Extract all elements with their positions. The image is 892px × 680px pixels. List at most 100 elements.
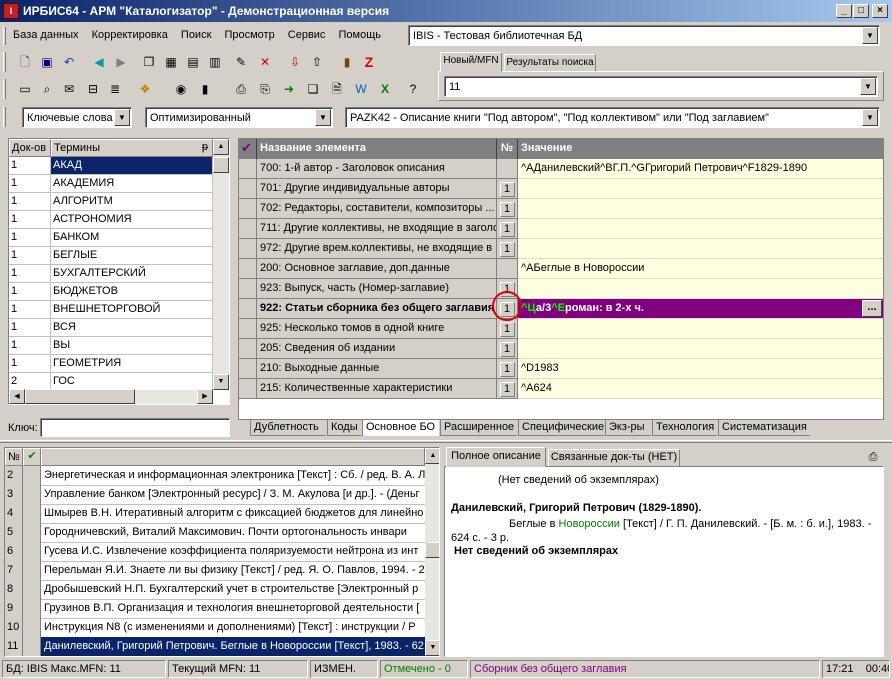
tab-codes[interactable]: Коды bbox=[327, 420, 361, 436]
tab-technology[interactable]: Технология bbox=[652, 420, 717, 436]
scroll-thumb[interactable] bbox=[425, 542, 439, 558]
menu-edit[interactable]: Корректировка bbox=[87, 26, 173, 44]
field-row[interactable]: 200: Основное заглавие, доп.данные ^AБегл… bbox=[239, 259, 883, 279]
field-repeat-num[interactable]: 1 bbox=[497, 379, 518, 399]
field-row[interactable]: 205: Сведения об издании 1 bbox=[239, 339, 883, 359]
terms-vscrollbar[interactable]: ▲ ▼ bbox=[213, 139, 229, 390]
field-row[interactable]: 215: Количественные характеристики 1 ^A624 bbox=[239, 379, 883, 399]
field-name[interactable]: 205: Сведения об издании bbox=[257, 339, 497, 359]
copy-icon[interactable]: ❐ bbox=[140, 53, 158, 71]
field-row[interactable]: 210: Выходные данные 1 ^D1983 bbox=[239, 359, 883, 379]
check-icon[interactable]: ✔ bbox=[23, 448, 41, 466]
terms-grid[interactable]: Док-ов Термины ᵽ 1 АКАД 1 АКАДЕМИЯ 1 АЛГОРИТМ 1… bbox=[8, 138, 230, 405]
field-repeat-num[interactable]: 1 bbox=[497, 359, 518, 379]
field-marker[interactable] bbox=[239, 319, 257, 339]
database-combo[interactable]: IBIS - Тестовая библиотечная БД ▼ bbox=[408, 25, 880, 46]
field-row[interactable]: 700: 1-й автор - Заголовок описания ^AДан… bbox=[239, 159, 883, 179]
grid-icon[interactable]: ▦ bbox=[162, 53, 180, 71]
field-value[interactable] bbox=[518, 239, 883, 259]
chevron-down-icon[interactable]: ▼ bbox=[862, 27, 878, 44]
field-row[interactable]: 702: Редакторы, составители, композиторы… bbox=[239, 199, 883, 219]
scroll-up-icon[interactable]: ▲ bbox=[425, 448, 439, 464]
document-row[interactable]: 3 Управление банком [Электронный ресурс] … bbox=[5, 485, 425, 505]
worksheet-combo[interactable]: PAZK42 - Описание книги "Под автором", "… bbox=[345, 107, 880, 128]
document-icon[interactable]: 🗎 bbox=[328, 80, 346, 98]
fields-header-value[interactable]: Значение bbox=[518, 139, 883, 159]
field-marker[interactable] bbox=[239, 199, 257, 219]
document-check[interactable] bbox=[23, 637, 41, 656]
tab-search-results[interactable]: Результаты поиска bbox=[504, 54, 596, 72]
field-value[interactable]: ^Ца/3^Eроман: в 2-х ч. bbox=[518, 299, 883, 319]
tab-full-description[interactable]: Полное описание bbox=[446, 447, 546, 467]
scroll-thumb[interactable] bbox=[213, 157, 229, 173]
close-button[interactable]: × bbox=[872, 4, 888, 18]
splitter[interactable] bbox=[0, 440, 892, 443]
document-row[interactable]: 7 Перельман Я.И. Знаете ли вы физику [Тек… bbox=[5, 561, 425, 581]
field-row[interactable]: 922: Статьи сборника без общего заглавия… bbox=[239, 299, 883, 319]
document-row[interactable]: 6 Гусева И.С. Извлечение коэффициента пол… bbox=[5, 542, 425, 562]
repeat-count[interactable]: 1 bbox=[499, 222, 515, 237]
repeat-count[interactable]: 1 bbox=[499, 362, 515, 377]
field-marker[interactable] bbox=[239, 379, 257, 399]
field-marker[interactable] bbox=[239, 339, 257, 359]
menu-service[interactable]: Сервис bbox=[283, 26, 331, 44]
minimize-button[interactable]: _ bbox=[836, 4, 852, 18]
print-icon[interactable]: ⎙ bbox=[232, 80, 250, 98]
word-icon[interactable]: W bbox=[352, 80, 370, 98]
chevron-down-icon[interactable]: ▼ bbox=[114, 109, 130, 126]
field-row[interactable]: 923: Выпуск, часть (Номер-заглавие) 1 bbox=[239, 279, 883, 299]
document-check[interactable] bbox=[23, 466, 41, 486]
prev-icon[interactable]: ◀ bbox=[90, 53, 108, 71]
terms-header-count[interactable]: Док-ов bbox=[9, 139, 51, 157]
tab-specific[interactable]: Специфические bbox=[518, 420, 604, 436]
field-name[interactable]: 711: Другие коллективы, не входящие в за… bbox=[257, 219, 497, 239]
field-repeat-num[interactable]: 1 bbox=[497, 339, 518, 359]
terms-hscrollbar[interactable]: ◀ ▶ bbox=[9, 389, 213, 404]
fields-grid[interactable]: ✔ Название элемента № Значение 700: 1-й … bbox=[238, 138, 884, 420]
pin-icon[interactable]: ᵽ bbox=[202, 141, 208, 153]
field-name[interactable]: 200: Основное заглавие, доп.данные bbox=[257, 259, 497, 279]
maximize-button[interactable]: □ bbox=[853, 4, 869, 18]
menu-help[interactable]: Помощь bbox=[334, 26, 387, 44]
document-check[interactable] bbox=[23, 504, 41, 524]
scroll-up-icon[interactable]: ▲ bbox=[213, 139, 229, 155]
document-check[interactable] bbox=[23, 542, 41, 562]
list-icon[interactable]: ≣ bbox=[106, 80, 124, 98]
document-row[interactable]: 5 Городничевский, Виталий Максимович. Поч… bbox=[5, 523, 425, 543]
field-marker[interactable] bbox=[239, 279, 257, 299]
document-row[interactable]: 4 Шмырев В.Н. Итеративный алгоритм с фикс… bbox=[5, 504, 425, 524]
field-value[interactable] bbox=[518, 179, 883, 199]
check-icon[interactable]: ✔ bbox=[239, 139, 257, 159]
edit-subfields-button[interactable]: ... bbox=[862, 300, 882, 317]
excel-icon[interactable]: X bbox=[376, 80, 394, 98]
import-icon[interactable]: ⇩ bbox=[286, 53, 304, 71]
field-value[interactable]: ^AДанилевский^BГ.П.^GГригорий Петрович^F… bbox=[518, 159, 883, 179]
repeat-count[interactable]: 1 bbox=[499, 242, 515, 257]
stamp-icon[interactable]: ▤ bbox=[184, 53, 202, 71]
tab-related-docs[interactable]: Связанные док-ты (НЕТ) bbox=[548, 449, 680, 467]
field-name[interactable]: 922: Статьи сборника без общего заглавия bbox=[257, 299, 497, 319]
z39-icon[interactable]: Z bbox=[360, 53, 378, 71]
field-name[interactable]: 701: Другие индивидуальные авторы bbox=[257, 179, 497, 199]
field-name[interactable]: 972: Другие врем.коллективы, не входящие… bbox=[257, 239, 497, 259]
menu-database[interactable]: База данных bbox=[8, 26, 84, 44]
help-icon[interactable]: ? bbox=[404, 80, 422, 98]
scroll-down-icon[interactable]: ▼ bbox=[425, 640, 439, 656]
pages-icon[interactable]: ❏ bbox=[304, 80, 322, 98]
field-repeat-num[interactable]: 1 bbox=[497, 179, 518, 199]
field-name[interactable]: 923: Выпуск, часть (Номер-заглавие) bbox=[257, 279, 497, 299]
repeat-count[interactable]: 1 bbox=[499, 202, 515, 217]
field-marker[interactable] bbox=[239, 259, 257, 279]
field-value[interactable] bbox=[518, 199, 883, 219]
field-value[interactable] bbox=[518, 339, 883, 359]
field-value[interactable]: ^AБеглые в Новороссии bbox=[518, 259, 883, 279]
print-preview-icon[interactable]: ⎘ bbox=[256, 80, 274, 98]
tab-new-mfn[interactable]: Новый/MFN bbox=[440, 52, 502, 72]
mfn-combo[interactable]: 11 ▼ bbox=[444, 76, 878, 97]
field-marker[interactable] bbox=[239, 299, 257, 319]
new-doc-icon[interactable]: 🗋 bbox=[16, 53, 34, 71]
field-marker[interactable] bbox=[239, 239, 257, 259]
tab-classification[interactable]: Систематизация bbox=[718, 420, 810, 436]
document-row[interactable]: 8 Дробышевский Н.П. Бухгалтерский учет в … bbox=[5, 580, 425, 600]
field-repeat-num[interactable]: 1 bbox=[497, 239, 518, 259]
